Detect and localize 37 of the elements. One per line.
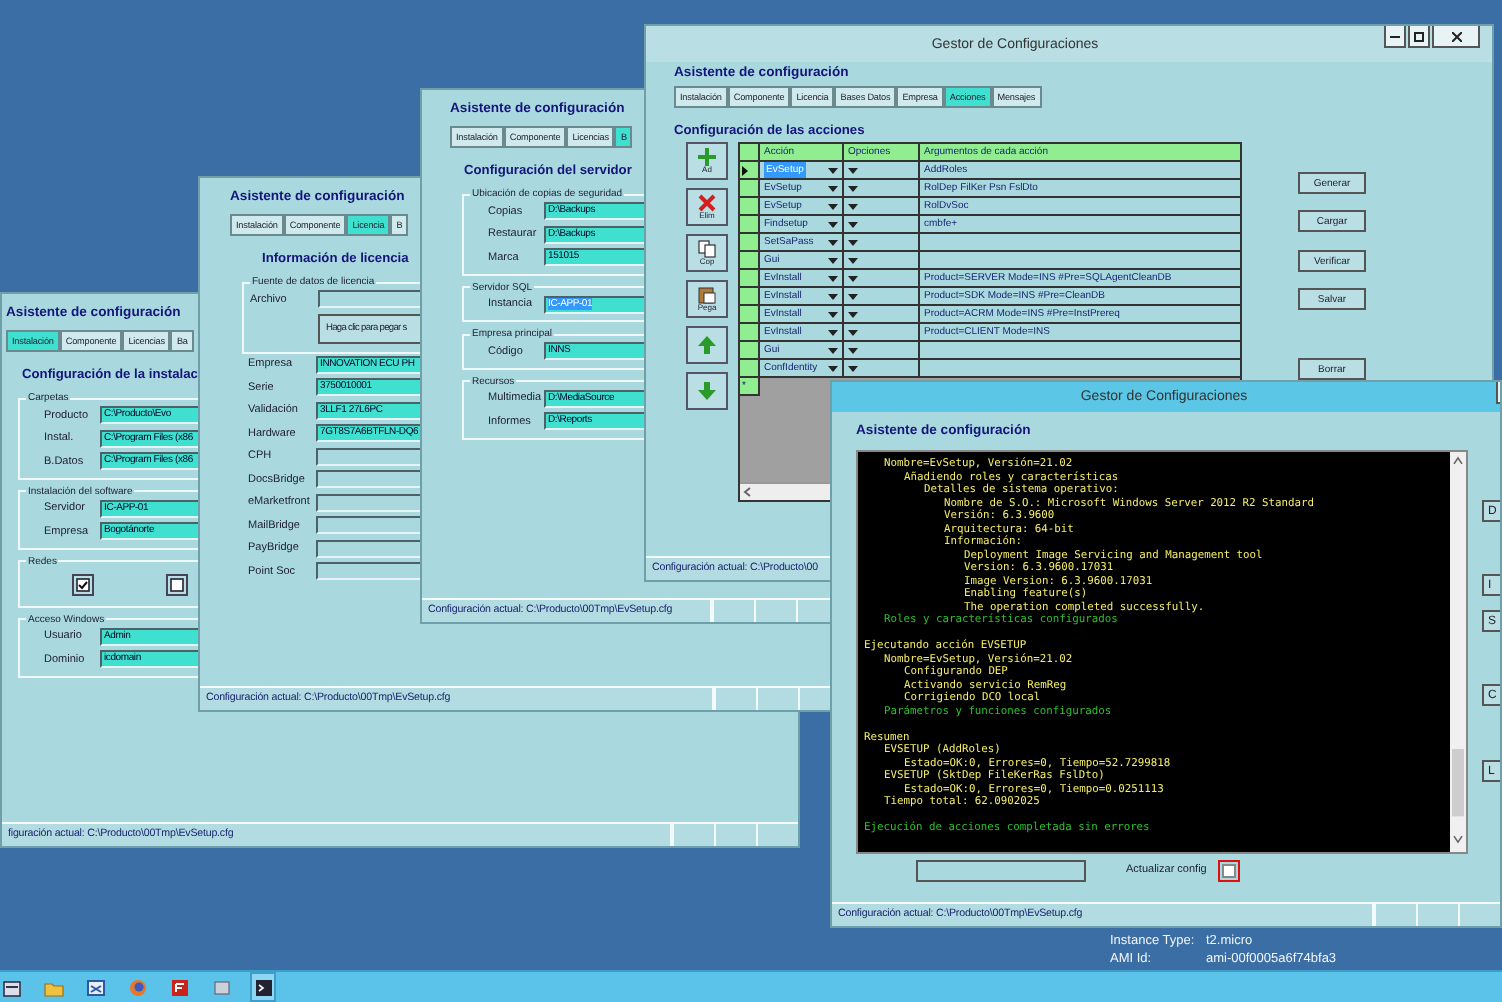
down-arrow-icon [698, 382, 716, 400]
plus-icon [698, 148, 716, 166]
input-field[interactable] [316, 516, 422, 535]
options-cell[interactable] [844, 360, 920, 378]
input-field[interactable] [316, 539, 422, 558]
input-field[interactable] [318, 290, 424, 309]
close-button[interactable] [1432, 26, 1480, 48]
server-icon [1, 977, 21, 997]
input-field[interactable] [316, 562, 422, 581]
checkbox[interactable] [72, 573, 94, 595]
input-field[interactable] [916, 859, 1086, 881]
close-icon [1451, 31, 1461, 41]
copy-icon [698, 240, 716, 258]
terminal-icon [253, 977, 273, 997]
maximize-icon [1414, 31, 1424, 41]
clipboard-icon [698, 286, 716, 304]
folder-icon [43, 977, 63, 997]
taskbar-button[interactable] [84, 974, 106, 1000]
minimize-button[interactable] [1384, 26, 1406, 48]
row-header[interactable] [740, 162, 760, 180]
maximize-button[interactable] [1408, 26, 1430, 48]
input-field[interactable] [316, 447, 422, 466]
input-field[interactable] [316, 470, 422, 489]
up-arrow-icon [698, 336, 716, 354]
row-pointer-icon [742, 165, 748, 175]
move-up-button[interactable] [686, 326, 728, 364]
app-icon [169, 977, 189, 997]
scrollbar[interactable] [740, 482, 832, 500]
checkbox[interactable] [166, 573, 188, 595]
input-field[interactable] [316, 493, 422, 512]
window-icon [85, 977, 105, 997]
taskbar-button[interactable] [168, 974, 190, 1000]
globe-icon [127, 977, 147, 997]
move-down-button[interactable] [686, 372, 728, 410]
delete-icon [698, 194, 716, 212]
minimize-icon [1390, 35, 1400, 37]
taskbar-button[interactable] [252, 974, 274, 1000]
